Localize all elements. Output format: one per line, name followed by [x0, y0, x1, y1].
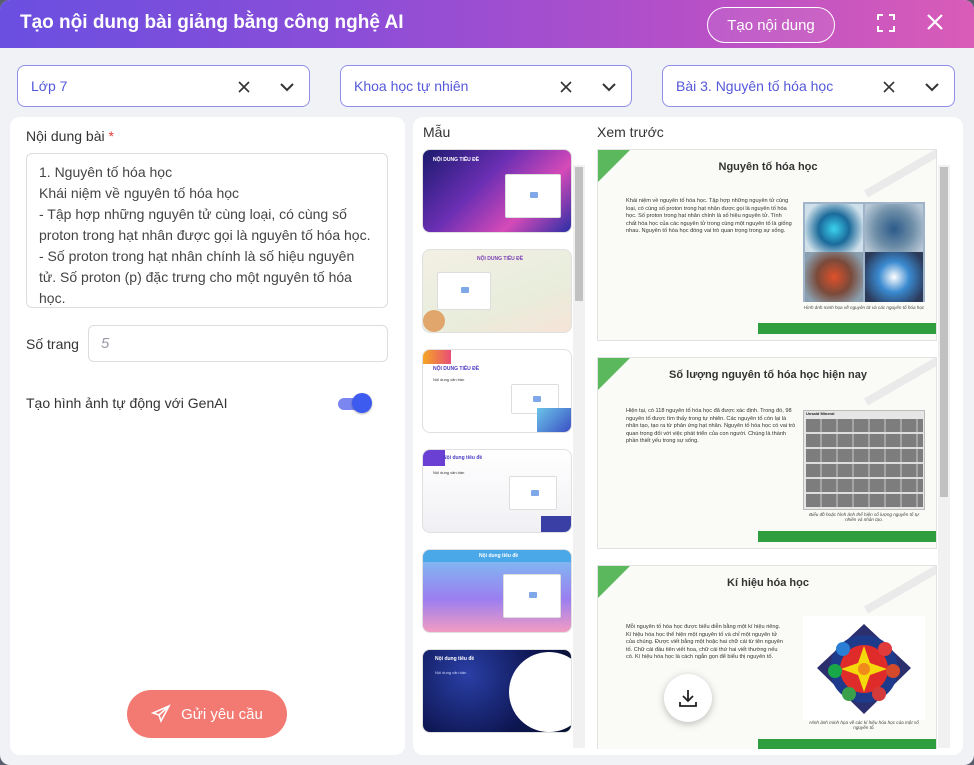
- preview-slide: Nguyên tố hóa học Khái niệm về nguyên tố…: [597, 149, 937, 341]
- decor-footer-bar: [758, 739, 936, 749]
- download-icon: [679, 690, 697, 707]
- atom-image: [805, 252, 863, 302]
- atom-image: [805, 204, 863, 254]
- content-form-panel: Nội dung bài * 1. Nguyên tố hóa học Khái…: [10, 117, 405, 755]
- slide-title: Số lượng nguyên tố hóa học hiện nay: [669, 369, 867, 381]
- create-content-button[interactable]: Tạo nội dung: [707, 7, 835, 43]
- decor-flower: [423, 310, 445, 332]
- slide-caption: Biểu đồ hoặc hình ảnh thể hiện số lượng …: [809, 512, 919, 522]
- decor-shape: [537, 408, 571, 432]
- filter-bar: Lớp 7 Khoa học tự nhiên Bài 3. Nguyên tố…: [0, 65, 974, 107]
- slide-caption: Hình ảnh minh họa về nguyên tử và các ng…: [803, 305, 925, 310]
- decor-footer-bar: [758, 323, 936, 334]
- pages-label: Số trang: [26, 336, 79, 352]
- atom-image: [865, 204, 923, 254]
- grade-select-value: Lớp 7: [31, 78, 68, 94]
- clear-icon[interactable]: [236, 79, 252, 95]
- slide-body: Khái niệm về nguyên tố hóa học. Tập hợp …: [626, 198, 792, 234]
- fullscreen-icon[interactable]: [876, 13, 898, 35]
- template-title: Nội dung tiêu đề: [443, 455, 483, 461]
- slide-image: [803, 616, 925, 720]
- toggle-knob: [352, 393, 372, 413]
- template-title: Nội dung tiêu đề: [435, 656, 475, 662]
- send-icon: [151, 704, 171, 724]
- content-label-text: Nội dung bài: [26, 128, 105, 144]
- grade-select[interactable]: Lớp 7: [17, 65, 310, 107]
- template-title: NỘI DUNG TIÊU ĐỀ: [433, 366, 480, 372]
- send-request-label: Gửi yêu cầu: [181, 705, 263, 723]
- preview-slide: Kí hiệu hóa học Mỗi nguyên tố hóa học đư…: [597, 565, 937, 749]
- image-header: Unsaid Mineral: [806, 411, 835, 416]
- slide-body: Hiện tại, có 118 nguyên tố hóa học đã đư…: [626, 408, 796, 444]
- decor-shape: [541, 516, 571, 532]
- close-icon[interactable]: [926, 13, 948, 35]
- decor-shape: [423, 450, 445, 466]
- lesson-select[interactable]: Bài 3. Nguyên tố hóa học: [662, 65, 955, 107]
- dialog-header: Tạo nội dung bài giảng bằng công nghệ AI…: [0, 0, 974, 48]
- template-card[interactable]: NỘI DUNG TIÊU ĐỀ: [422, 149, 572, 233]
- image-placeholder: [503, 574, 561, 618]
- template-card[interactable]: Nội dung tiêu đề Nội dung văn bản: [422, 649, 572, 733]
- decor-stripe: [864, 566, 936, 614]
- template-card[interactable]: NỘI DUNG TIÊU ĐỀ Nội dung văn bản: [422, 349, 572, 433]
- clear-icon[interactable]: [558, 79, 574, 95]
- template-subtitle: Nội dung văn bản: [433, 470, 465, 475]
- template-scrollbar[interactable]: [573, 165, 585, 748]
- scrollbar-thumb[interactable]: [940, 167, 948, 497]
- clear-icon[interactable]: [881, 79, 897, 95]
- slide-caption: Hình ảnh minh họa về các kí hiệu hóa học…: [809, 720, 919, 730]
- decor-circle: [509, 652, 571, 732]
- slide-image: Unsaid Mineral: [803, 410, 925, 510]
- template-title: NỘI DUNG TIÊU ĐỀ: [477, 256, 524, 262]
- pages-input[interactable]: 5: [88, 325, 388, 362]
- send-request-button[interactable]: Gửi yêu cầu: [127, 690, 287, 738]
- image-placeholder: [437, 272, 491, 310]
- image-placeholder: [509, 476, 557, 510]
- preview-label: Xem trước: [597, 124, 664, 140]
- slide-image: [803, 202, 925, 302]
- lesson-select-value: Bài 3. Nguyên tố hóa học: [676, 78, 834, 94]
- preview-slide: Số lượng nguyên tố hóa học hiện nay Hiện…: [597, 357, 937, 549]
- slide-title: Kí hiệu hóa học: [727, 577, 809, 589]
- content-label: Nội dung bài *: [26, 128, 114, 144]
- scrollbar-thumb[interactable]: [575, 167, 583, 301]
- template-card[interactable]: NỘI DUNG TIÊU ĐỀ: [422, 249, 572, 333]
- slide-title: Nguyên tố hóa học: [718, 161, 818, 173]
- atom-image: [865, 252, 923, 302]
- decor-stripe: [864, 150, 936, 198]
- image-placeholder: [505, 174, 561, 218]
- chevron-down-icon[interactable]: [600, 79, 618, 95]
- symbols-wheel-icon: [817, 624, 911, 714]
- templates-preview-panel: Mẫu Xem trước NỘI DUNG TIÊU ĐỀ NỘI DUNG …: [413, 117, 963, 755]
- templates-label: Mẫu: [423, 124, 451, 140]
- preview-scrollbar[interactable]: [938, 165, 950, 748]
- content-textarea[interactable]: 1. Nguyên tố hóa học Khái niệm về nguyên…: [26, 153, 388, 308]
- download-button[interactable]: [664, 674, 712, 722]
- dialog-title: Tạo nội dung bài giảng bằng công nghệ AI: [20, 12, 404, 33]
- template-card[interactable]: Nội dung tiêu đề Nội dung văn bản: [422, 449, 572, 533]
- decor-shape: [423, 350, 451, 364]
- subject-select[interactable]: Khoa học tự nhiên: [340, 65, 632, 107]
- template-list: NỘI DUNG TIÊU ĐỀ NỘI DUNG TIÊU ĐỀ NỘI DU…: [422, 149, 572, 749]
- dialog: Tạo nội dung bài giảng bằng công nghệ AI…: [0, 0, 974, 765]
- template-card[interactable]: Nội dung tiêu đề: [422, 549, 572, 633]
- template-subtitle: Nội dung văn bản: [433, 377, 465, 382]
- template-title: NỘI DUNG TIÊU ĐỀ: [433, 157, 480, 163]
- subject-select-value: Khoa học tự nhiên: [354, 78, 469, 94]
- template-subtitle: Nội dung văn bản: [435, 670, 467, 675]
- slide-body: Mỗi nguyên tố hóa học được biểu diễn bằn…: [626, 624, 784, 660]
- preview-list: Nguyên tố hóa học Khái niệm về nguyên tố…: [597, 149, 937, 749]
- genai-toggle[interactable]: [336, 393, 372, 413]
- decor-stripe: [864, 358, 936, 406]
- required-mark: *: [108, 128, 114, 144]
- template-title: Nội dung tiêu đề: [479, 553, 519, 559]
- decor-footer-bar: [758, 531, 936, 542]
- genai-label: Tạo hình ảnh tự động với GenAI: [26, 395, 228, 411]
- chevron-down-icon[interactable]: [923, 79, 941, 95]
- mineral-grid-lines: [806, 419, 923, 507]
- chevron-down-icon[interactable]: [278, 79, 296, 95]
